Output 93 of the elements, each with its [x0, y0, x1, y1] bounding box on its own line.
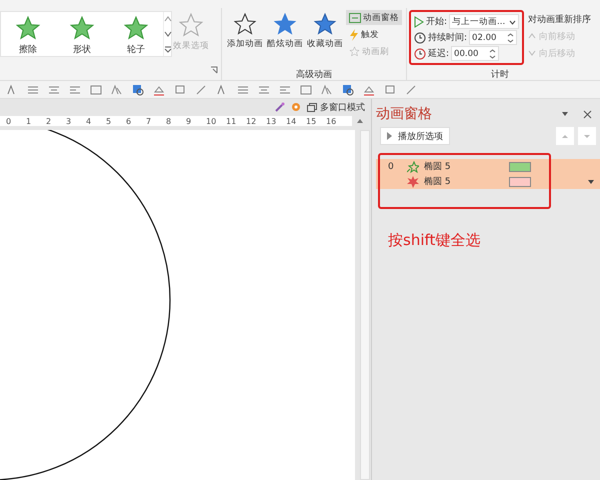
vertical-scrollbar[interactable]: [360, 130, 370, 480]
ruler-number: 15: [306, 116, 318, 126]
toolbar-icon[interactable]: [132, 84, 144, 96]
ruler-number: 5: [106, 116, 112, 126]
scroll-arrow-icon[interactable]: [164, 44, 172, 53]
ruler-number: 13: [266, 116, 278, 126]
ruler-number: 14: [286, 116, 298, 126]
spinner-icon: [507, 32, 514, 42]
toolbar-icon[interactable]: [90, 84, 102, 96]
toolbar-icon[interactable]: [342, 84, 354, 96]
scroll-up-icon[interactable]: [356, 117, 364, 125]
ruler-number: 8: [166, 116, 172, 126]
window-icon: [307, 102, 317, 112]
ruler-number: 1: [26, 116, 32, 126]
toolbar-icon[interactable]: [279, 84, 291, 96]
magic-wand-icon[interactable]: [275, 102, 285, 112]
star-icon: [123, 15, 149, 41]
star-icon: [15, 15, 41, 41]
toolbar-icon[interactable]: [69, 84, 81, 96]
toolbar-icon[interactable]: [300, 84, 312, 96]
star-icon: [69, 15, 95, 41]
lightning-icon: [349, 28, 359, 40]
toolbar-icon[interactable]: [363, 84, 375, 96]
star-icon: [407, 160, 419, 172]
toolbar-icon[interactable]: [153, 84, 165, 96]
dialog-launcher-icon[interactable]: [210, 66, 218, 74]
annotation-text: 按shift键全选: [388, 231, 482, 250]
spinner-icon: [489, 48, 496, 58]
animation-button[interactable]: 酷炫动画: [266, 8, 304, 58]
ruler-number: 16: [326, 116, 338, 126]
toolbar-icon[interactable]: [27, 84, 39, 96]
play-selected-button[interactable]: 播放所选项: [380, 127, 450, 145]
dropdown-caret-icon[interactable]: [588, 180, 594, 184]
star-outline-icon: [349, 46, 360, 57]
close-icon[interactable]: [583, 110, 592, 118]
star-icon: [233, 12, 257, 36]
dropdown-caret-icon[interactable]: [561, 111, 569, 117]
move-down-icon[interactable]: [578, 127, 596, 145]
item-name: 椭圆 5: [424, 176, 452, 188]
field-label: 延迟:: [428, 48, 450, 60]
reorder-title: 对动画重新排序: [528, 14, 592, 26]
field-label: 开始:: [426, 16, 448, 28]
ruler-number: 12: [246, 116, 258, 126]
toolbar-icon[interactable]: [111, 84, 123, 96]
play-icon: [387, 132, 392, 140]
field-label: 持续时间:: [428, 32, 468, 44]
star-icon: [273, 12, 297, 36]
animation-button[interactable]: 添加动画: [226, 8, 264, 58]
ribbon-small-button[interactable]: 动画窗格: [346, 10, 402, 25]
animation-button[interactable]: 收藏动画: [306, 8, 344, 58]
down-chevron-icon: [528, 50, 536, 56]
ruler-number: 2: [46, 116, 52, 126]
toolbar-icon[interactable]: [258, 84, 270, 96]
toolbar-icon[interactable]: [195, 84, 207, 96]
pane-title: 动画窗格: [376, 105, 433, 123]
ruler-number: 9: [186, 116, 192, 126]
ribbon-small-button[interactable]: 触发: [346, 27, 402, 42]
group-label: 高级动画: [295, 68, 333, 80]
animation-item[interactable]: 0 椭圆 5: [376, 159, 600, 174]
animation-option[interactable]: 擦除: [1, 12, 55, 56]
clock-icon: [414, 48, 426, 60]
ruler-number: 6: [126, 116, 132, 126]
ruler-number: 7: [146, 116, 152, 126]
animation-option[interactable]: 轮子: [109, 12, 163, 56]
toolbar-icon[interactable]: [48, 84, 60, 96]
start-dropdown[interactable]: 与上一动画...: [449, 14, 520, 29]
gear-icon[interactable]: [291, 102, 301, 112]
up-chevron-icon: [528, 33, 536, 39]
animation-item[interactable]: 椭圆 5: [376, 174, 600, 189]
animation-option[interactable]: 形状: [55, 12, 109, 56]
ruler-number: 11: [226, 116, 238, 126]
ruler-number: 0: [6, 116, 12, 126]
move-up-icon[interactable]: [556, 127, 574, 145]
toolbar-icon[interactable]: [237, 84, 249, 96]
star-outline-icon: [178, 12, 204, 38]
toolbar-icon[interactable]: [321, 84, 333, 96]
toolbar-icon[interactable]: [384, 84, 396, 96]
multi-window-button[interactable]: 多窗口模式: [307, 100, 365, 114]
burst-star-icon: [407, 176, 419, 188]
toolbar-icon[interactable]: [174, 84, 186, 96]
number-field[interactable]: 02.00: [469, 30, 518, 45]
ruler-number: 4: [86, 116, 92, 126]
group-label: 计时: [490, 68, 510, 80]
clock-icon: [414, 32, 426, 44]
item-index: 0: [388, 162, 395, 172]
star-icon: [313, 12, 337, 36]
ruler-number: 3: [66, 116, 72, 126]
play-icon: [414, 16, 424, 28]
pane-icon: [349, 12, 361, 22]
toolbar-icon[interactable]: [405, 84, 417, 96]
number-field[interactable]: 00.00: [451, 46, 500, 61]
ruler-number: 10: [206, 116, 218, 126]
item-name: 椭圆 5: [424, 160, 452, 173]
